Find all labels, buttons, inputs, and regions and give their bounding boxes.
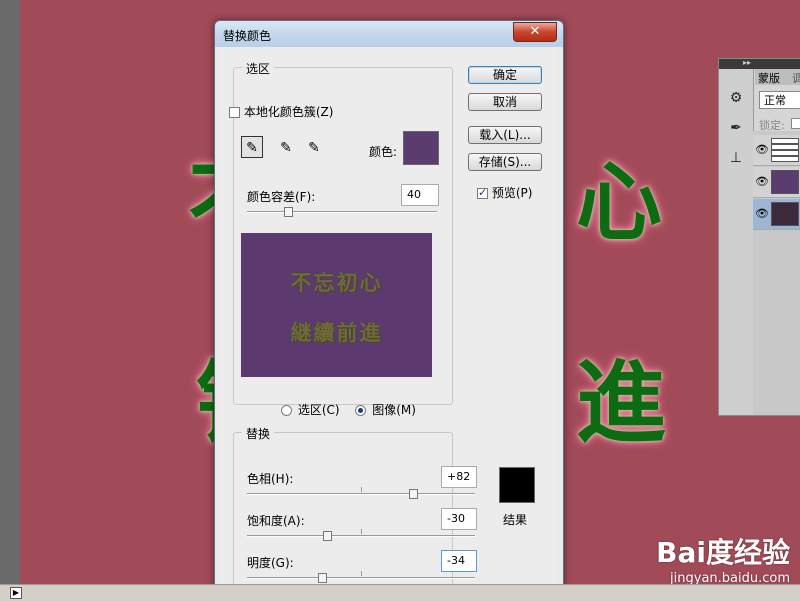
selection-radio[interactable] [281, 405, 292, 416]
close-button[interactable]: ✕ [513, 22, 557, 42]
preview-text-line: 継續前進 [290, 320, 383, 345]
slider-center-tick [361, 571, 362, 576]
slider-center-tick [361, 529, 362, 534]
dialog-title: 替换颜色 [223, 29, 272, 43]
ok-button[interactable]: 确定 [468, 66, 542, 84]
saturation-input[interactable]: -30 [441, 508, 477, 530]
panel-tool-strip: ⚙ ✒ ⊥ [719, 69, 754, 415]
preview-text-line: 不忘初心 [290, 270, 383, 295]
layer-row[interactable]: 👁 [753, 135, 800, 166]
panel-tabs: 蒙版 调 [755, 69, 800, 85]
lock-checkbox[interactable] [791, 118, 800, 129]
slider-center-tick [361, 487, 362, 492]
hue-label: 色相(H): [247, 472, 294, 486]
canvas-glyph: 進 [576, 350, 666, 456]
stamp-icon[interactable]: ⊥ [727, 149, 745, 167]
image-radio-label: 图像(M) [372, 403, 416, 417]
canvas-glyph: 心 [576, 152, 662, 253]
baidu-jingyan-logo: Bai度经验 [656, 536, 790, 569]
lightness-label: 明度(G): [247, 556, 294, 570]
color-swatch[interactable] [403, 131, 439, 165]
replace-color-dialog: 替换颜色 ✕ 选区 本地化颜色簇(Z) ✎ ✎ ✎ 颜色: 颜色容差(F): 4… [214, 20, 564, 600]
layer-thumbnail [771, 202, 799, 226]
preview-toggle-row[interactable]: 预览(P) [477, 184, 532, 201]
group-legend: 选区 [242, 60, 275, 77]
preview-label: 预览(P) [491, 186, 533, 200]
pen-tool-icon[interactable]: ✒ [727, 119, 745, 137]
fuzziness-label: 颜色容差(F): [247, 190, 316, 204]
group-legend: 替换 [242, 425, 275, 442]
fuzziness-input[interactable]: 40 [401, 184, 439, 206]
saturation-slider-thumb[interactable] [323, 531, 332, 541]
load-button[interactable]: 载入(L)... [468, 126, 542, 144]
eyedropper-plus-icon[interactable]: ✎ [275, 137, 297, 159]
tab-masks[interactable]: 蒙版 [758, 70, 780, 86]
tab-adjustments[interactable]: 调 [792, 70, 800, 86]
fuzziness-slider-track[interactable] [247, 211, 437, 213]
result-label: 结果 [503, 513, 528, 527]
status-arrow-icon[interactable]: ▶ [10, 587, 22, 599]
selection-preview[interactable]: 不忘初心 継續前進 [241, 233, 432, 377]
layer-thumbnail [771, 170, 799, 194]
layer-thumbnail [771, 138, 799, 162]
watermark: Bai度经验 jingyan.baidu.com [656, 531, 790, 586]
eyedropper-icon[interactable]: ✎ [241, 136, 263, 158]
status-bar: ▶ [0, 584, 800, 601]
panel-titlebar[interactable]: ▸▸ [719, 58, 800, 69]
layers-panel: ▸▸ ⚙ ✒ ⊥ 蒙版 调 正常 锁定: 👁 👁 👁 [718, 58, 800, 416]
hue-input[interactable]: +82 [441, 466, 477, 488]
blend-mode-select[interactable]: 正常 [759, 91, 800, 109]
eye-icon[interactable]: 👁 [755, 143, 769, 156]
localized-clusters-row[interactable]: 本地化颜色簇(Z) [229, 103, 333, 120]
selection-radio-label: 选区(C) [297, 403, 340, 417]
color-label: 颜色: [369, 145, 398, 159]
eye-icon[interactable]: 👁 [755, 207, 769, 220]
hue-slider-thumb[interactable] [409, 489, 418, 499]
layers-list: 👁 👁 👁 [753, 131, 800, 415]
lightness-input[interactable]: -34 [441, 550, 477, 572]
adjustments-icon[interactable]: ⚙ [727, 89, 745, 107]
eyedropper-minus-icon[interactable]: ✎ [303, 137, 325, 159]
eye-icon[interactable]: 👁 [755, 175, 769, 188]
fuzziness-slider-thumb[interactable] [284, 207, 293, 217]
hue-slider-track[interactable] [247, 493, 475, 495]
saturation-label: 饱和度(A): [247, 514, 305, 528]
lightness-slider-thumb[interactable] [318, 573, 327, 583]
preview-mode-radio-group: 选区(C) 图像(M) [281, 401, 418, 418]
save-button[interactable]: 存储(S)... [468, 153, 542, 171]
localized-clusters-label: 本地化颜色簇(Z) [243, 105, 334, 119]
layer-row[interactable]: 👁 [753, 167, 800, 198]
cancel-button[interactable]: 取消 [468, 93, 542, 111]
dialog-titlebar[interactable]: 替换颜色 ✕ [215, 21, 563, 47]
layer-row[interactable]: 👁 [753, 199, 800, 230]
result-color-swatch[interactable] [499, 467, 535, 503]
image-radio[interactable] [355, 405, 367, 416]
lightness-slider-track[interactable] [247, 577, 475, 579]
preview-checkbox[interactable] [477, 186, 488, 199]
collapse-icon[interactable]: ▸▸ [743, 58, 751, 67]
dialog-body: 选区 本地化颜色簇(Z) ✎ ✎ ✎ 颜色: 颜色容差(F): 40 不忘初心 … [221, 47, 557, 600]
localized-clusters-checkbox[interactable] [229, 107, 240, 118]
saturation-slider-track[interactable] [247, 535, 475, 537]
